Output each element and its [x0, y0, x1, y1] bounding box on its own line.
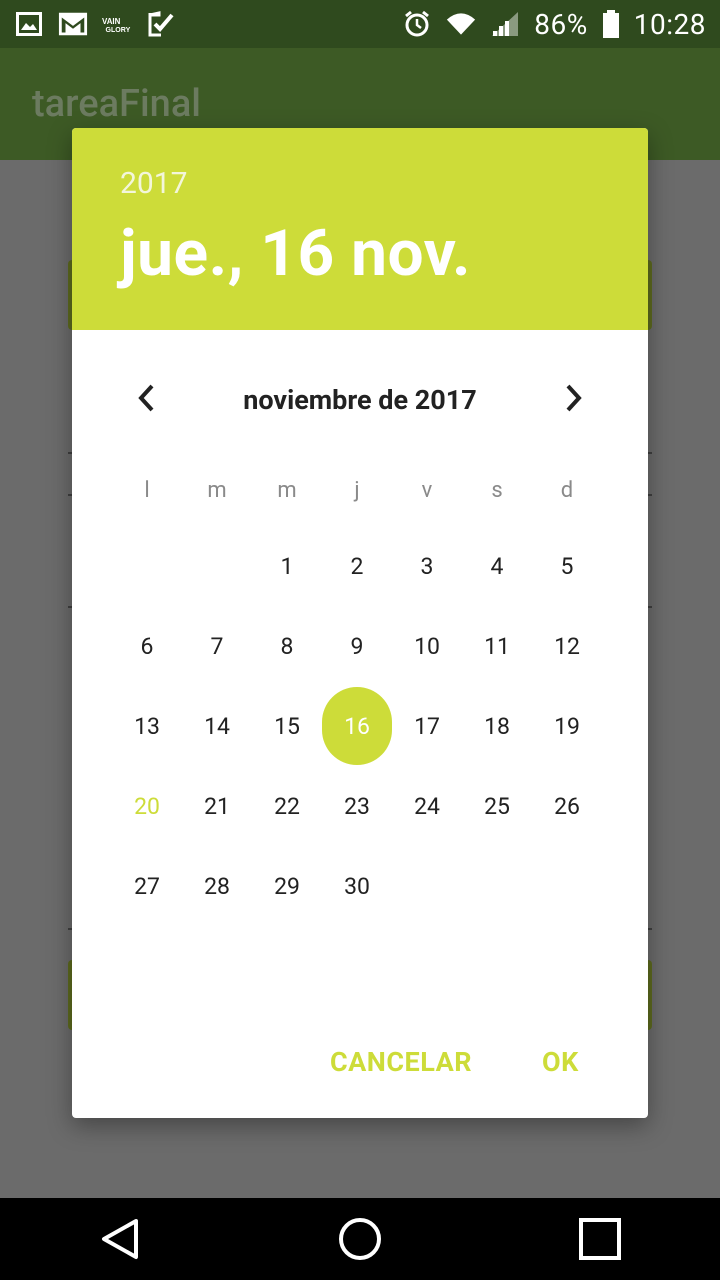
day-cell[interactable]: 3 [392, 526, 462, 606]
weekday-label: s [491, 478, 503, 503]
home-icon[interactable] [330, 1209, 390, 1269]
chevron-right-icon [566, 384, 582, 412]
day-cell[interactable]: 27 [112, 846, 182, 926]
day-number: 6 [140, 632, 154, 660]
day-number: 16 [322, 687, 392, 765]
weekday-label: v [421, 478, 433, 503]
day-number: 9 [350, 632, 364, 660]
day-number: 28 [204, 872, 230, 900]
vainglory-icon: VAIN GLORY [102, 9, 132, 39]
day-cell[interactable]: 4 [462, 526, 532, 606]
day-cell[interactable]: 30 [322, 846, 392, 926]
day-number: 22 [274, 792, 300, 820]
day-cell[interactable]: 6 [112, 606, 182, 686]
day-cell[interactable]: 23 [322, 766, 392, 846]
alarm-icon [402, 9, 432, 39]
day-cell[interactable]: 22 [252, 766, 322, 846]
day-cell[interactable]: 20 [112, 766, 182, 846]
day-number: 17 [414, 712, 440, 740]
ok-button[interactable]: OK [542, 1046, 579, 1078]
day-number: 11 [484, 632, 510, 660]
status-bar: VAIN GLORY 86% 10:28 [0, 0, 720, 48]
day-cell[interactable]: 17 [392, 686, 462, 766]
navigation-bar [0, 1198, 720, 1280]
svg-text:VAIN: VAIN [102, 17, 121, 26]
day-cell[interactable]: 8 [252, 606, 322, 686]
day-cell[interactable]: 26 [532, 766, 602, 846]
next-month-button[interactable] [548, 372, 600, 424]
day-number: 26 [554, 792, 580, 820]
day-cell[interactable]: 10 [392, 606, 462, 686]
day-cell[interactable]: 24 [392, 766, 462, 846]
gmail-icon [58, 9, 88, 39]
day-number: 30 [344, 872, 370, 900]
day-cell[interactable]: 1 [252, 526, 322, 606]
dialog-header: 2017 jue., 16 nov. [72, 128, 648, 330]
day-cell[interactable]: 13 [112, 686, 182, 766]
day-number: 1 [280, 552, 294, 580]
day-cell[interactable]: 7 [182, 606, 252, 686]
day-cell[interactable]: 15 [252, 686, 322, 766]
weekday-label: d [560, 478, 574, 503]
day-number: 24 [414, 792, 440, 820]
day-number: 19 [554, 712, 580, 740]
day-number: 10 [414, 632, 440, 660]
checkmark-icon [146, 9, 176, 39]
wifi-icon [446, 9, 476, 39]
day-cell[interactable]: 9 [322, 606, 392, 686]
day-number: 27 [134, 872, 160, 900]
day-number: 7 [210, 632, 224, 660]
day-cell[interactable]: 28 [182, 846, 252, 926]
day-number: 25 [484, 792, 510, 820]
weekday-header: lmmjvsd [112, 468, 608, 512]
dialog-actions: CANCELAR OK [72, 1028, 648, 1098]
day-number: 20 [134, 792, 160, 820]
day-cell[interactable]: 21 [182, 766, 252, 846]
day-cell[interactable]: 18 [462, 686, 532, 766]
weekday-label: j [354, 478, 360, 503]
day-number: 15 [274, 712, 300, 740]
recents-icon[interactable] [570, 1209, 630, 1269]
battery-icon [602, 9, 620, 39]
day-cell[interactable]: 19 [532, 686, 602, 766]
weekday-label: l [144, 478, 150, 503]
back-icon[interactable] [90, 1209, 150, 1269]
weekday-label: m [277, 478, 297, 503]
clock: 10:28 [633, 7, 706, 41]
day-cell[interactable]: 5 [532, 526, 602, 606]
month-navigation: noviembre de 2017 [72, 358, 648, 438]
day-cell-selected[interactable]: 16 [322, 686, 392, 766]
day-number: 8 [280, 632, 294, 660]
svg-text:GLORY: GLORY [106, 27, 131, 34]
day-number: 23 [344, 792, 370, 820]
day-number: 29 [274, 872, 300, 900]
day-number: 5 [560, 552, 574, 580]
day-number: 14 [204, 712, 230, 740]
selected-date-title[interactable]: jue., 16 nov. [120, 216, 471, 291]
day-cell[interactable]: 2 [322, 526, 392, 606]
day-cell[interactable]: 25 [462, 766, 532, 846]
gallery-icon [14, 9, 44, 39]
day-cell[interactable]: 29 [252, 846, 322, 926]
cancel-button[interactable]: CANCELAR [330, 1046, 472, 1078]
year-label[interactable]: 2017 [120, 166, 187, 201]
day-number: 4 [490, 552, 504, 580]
app-title: tareaFinal [32, 82, 201, 126]
day-cell[interactable]: 12 [532, 606, 602, 686]
day-number: 13 [134, 712, 160, 740]
date-picker-dialog: 2017 jue., 16 nov. noviembre de 2017 lmm… [72, 128, 648, 1118]
day-number: 18 [484, 712, 510, 740]
day-number: 12 [554, 632, 580, 660]
signal-icon [490, 9, 520, 39]
day-cell[interactable]: 11 [462, 606, 532, 686]
day-number: 2 [350, 552, 364, 580]
day-cell[interactable]: 14 [182, 686, 252, 766]
day-number: 21 [204, 792, 230, 820]
calendar-grid: 1 2 3 4 5 6 7 8 9 10 11 12 13 14 15 16 17 18 19 20 21 22 23 24 2… [112, 526, 608, 926]
day-number: 3 [420, 552, 434, 580]
weekday-label: m [207, 478, 227, 503]
battery-percent: 86% [534, 7, 588, 41]
